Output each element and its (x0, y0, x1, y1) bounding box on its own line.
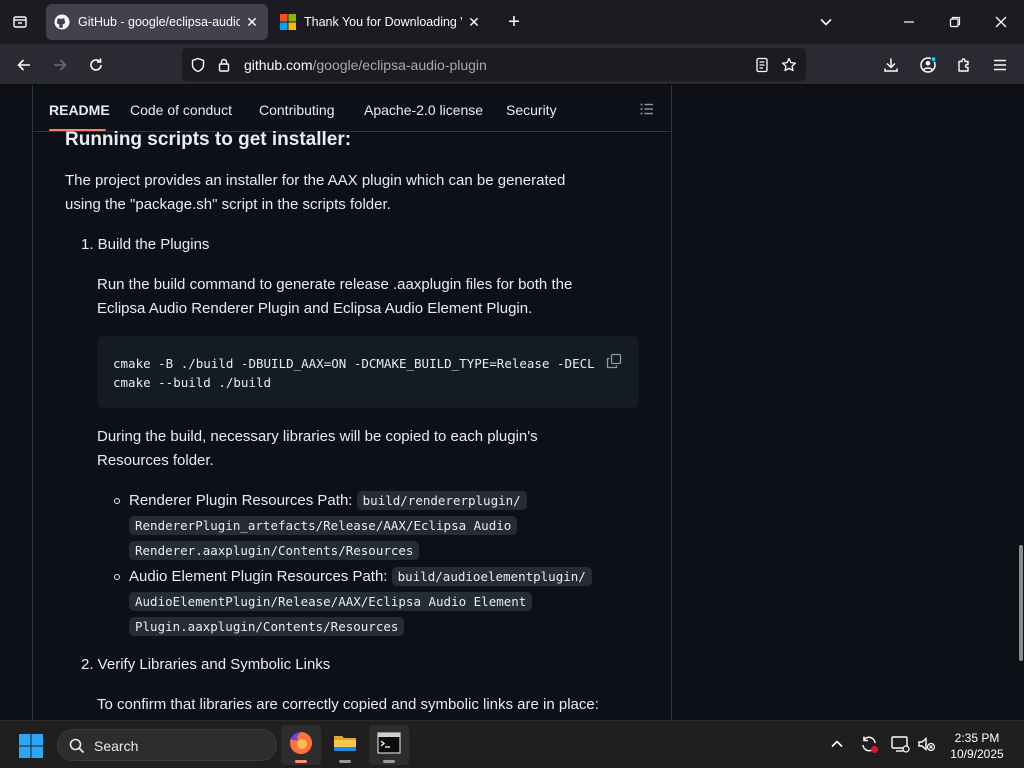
step-2-title: 2. Verify Libraries and Symbolic Links (81, 656, 331, 673)
windows-start-icon[interactable] (18, 733, 44, 759)
web-page: README Code of conduct Contributing Apac… (0, 85, 1018, 720)
minimize-icon[interactable] (886, 0, 932, 44)
tab-thank-you[interactable]: Thank You for Downloading Visu ✕ (272, 4, 490, 40)
list-all-tabs-icon[interactable] (6, 8, 34, 36)
github-icon (54, 14, 70, 30)
extensions-puzzle-icon[interactable] (949, 50, 979, 80)
during-build-paragraph: During the build, necessary libraries wi… (97, 428, 538, 469)
windows-taskbar: Search 2:35 PM 10/9/2025 (0, 720, 1024, 768)
close-tab-icon[interactable]: ✕ (244, 14, 260, 30)
tracking-protection-shield-icon[interactable] (188, 55, 208, 75)
reader-view-icon[interactable] (752, 55, 772, 75)
address-bar[interactable]: github.com/google/eclipsa-audio-plugin (182, 48, 806, 81)
outline-list-icon[interactable] (637, 99, 657, 119)
tab-license[interactable]: Apache-2.0 license (364, 102, 483, 118)
microsoft-icon (280, 14, 296, 30)
taskbar-firefox[interactable] (281, 725, 321, 765)
sync-error-icon[interactable] (858, 733, 880, 755)
close-tab-icon[interactable]: ✕ (466, 14, 482, 30)
list-item-audio-element-path: Audio Element Plugin Resources Path: bui… (129, 564, 629, 639)
step-1-title: 1. Build the Plugins (81, 236, 210, 253)
page-scrollbar[interactable] (1018, 85, 1024, 720)
intro-paragraph: The project provides an installer for th… (65, 172, 566, 213)
tab-code-of-conduct[interactable]: Code of conduct (130, 102, 232, 118)
taskbar-search[interactable]: Search (57, 729, 277, 761)
new-tab-plus-icon[interactable]: + (500, 8, 528, 36)
restore-icon[interactable] (932, 0, 978, 44)
list-item-renderer-path: Renderer Plugin Resources Path: build/re… (129, 488, 629, 563)
bullet-marker (114, 574, 120, 580)
readme-tab-nav: README Code of conduct Contributing Apac… (33, 85, 671, 132)
tab-readme[interactable]: README (49, 102, 110, 118)
copy-icon[interactable] (603, 350, 625, 372)
navigation-toolbar: github.com/google/eclipsa-audio-plugin (0, 44, 1024, 85)
forward-arrow-icon[interactable] (45, 50, 75, 80)
open-indicator (383, 760, 395, 763)
code-text[interactable]: cmake -B ./build -DBUILD_AAX=ON -DCMAKE_… (113, 354, 595, 392)
url-text[interactable]: github.com/google/eclipsa-audio-plugin (244, 57, 487, 73)
lock-icon[interactable] (214, 55, 234, 75)
active-indicator (295, 760, 307, 763)
hamburger-menu-icon[interactable] (985, 50, 1015, 80)
search-icon (67, 736, 87, 756)
taskbar-terminal[interactable] (369, 725, 409, 765)
tab-security[interactable]: Security (506, 102, 557, 118)
open-indicator (339, 760, 351, 763)
chevron-down-icon[interactable] (812, 8, 840, 36)
close-window-icon[interactable] (978, 0, 1024, 44)
account-icon[interactable] (913, 50, 943, 80)
folder-icon (332, 730, 358, 761)
scrollbar-thumb[interactable] (1019, 545, 1023, 661)
system-clock[interactable]: 2:35 PM 10/9/2025 (944, 730, 1010, 762)
taskbar-file-explorer[interactable] (325, 725, 365, 765)
firefox-icon (288, 730, 314, 761)
chevron-up-icon[interactable] (826, 733, 848, 755)
section-heading: Running scripts to get installer: (65, 129, 352, 150)
back-arrow-icon[interactable] (9, 50, 39, 80)
bookmark-star-icon[interactable] (779, 55, 799, 75)
tab-title: Thank You for Downloading Visu (304, 15, 462, 29)
step-1-description: Run the build command to generate releas… (97, 276, 573, 317)
tab-bar: GitHub - google/eclipsa-audio- ✕ Thank Y… (0, 0, 1024, 44)
reload-icon[interactable] (81, 50, 111, 80)
tab-title: GitHub - google/eclipsa-audio- (78, 15, 240, 29)
bullet-marker (114, 498, 120, 504)
tab-contributing[interactable]: Contributing (259, 102, 335, 118)
code-block[interactable]: cmake -B ./build -DBUILD_AAX=ON -DCMAKE_… (97, 336, 639, 408)
tab-github[interactable]: GitHub - google/eclipsa-audio- ✕ (46, 4, 268, 40)
volume-muted-icon[interactable] (915, 733, 937, 755)
downloads-icon[interactable] (876, 50, 906, 80)
network-monitor-icon[interactable] (889, 733, 911, 755)
search-label: Search (94, 738, 139, 754)
command-prompt-icon (377, 731, 401, 759)
step-2-description: To confirm that libraries are correctly … (97, 696, 599, 713)
